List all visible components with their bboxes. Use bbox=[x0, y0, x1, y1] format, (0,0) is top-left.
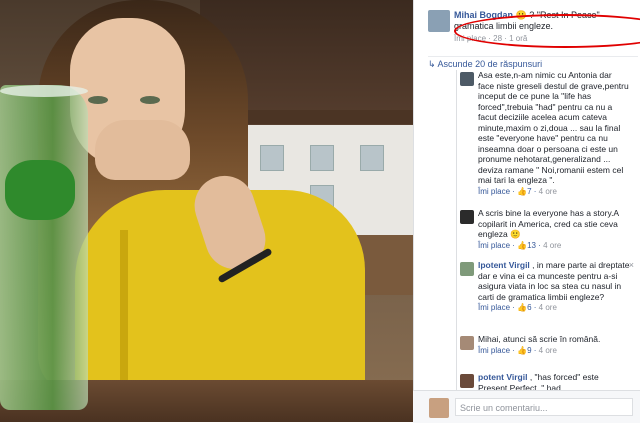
post-photo[interactable] bbox=[0, 0, 413, 422]
comment-meta: Îmi place · 👍6 · 4 ore bbox=[478, 303, 557, 312]
comment-time[interactable]: 4 ore bbox=[543, 241, 561, 250]
comment-time[interactable]: 4 ore bbox=[539, 303, 557, 312]
commenter-avatar[interactable] bbox=[460, 336, 474, 350]
comment-composer: Scrie un comentariu... bbox=[413, 390, 640, 423]
commenter-avatar[interactable] bbox=[460, 262, 474, 276]
comment-text: Asa este,n-am nimic cu Antonia dar face … bbox=[478, 70, 629, 185]
comments-panel: Mihai Bogdan 🙂 ? "Rest In Peace" gramati… bbox=[413, 0, 640, 422]
photo-hand bbox=[95, 120, 190, 180]
comment-text: Mihai, atunci să scrie în română. bbox=[478, 334, 601, 344]
like-count[interactable]: 13 bbox=[527, 241, 536, 250]
thread-line bbox=[456, 70, 457, 410]
commenter-name[interactable]: potent Virgil bbox=[478, 372, 527, 382]
comment-meta: Îmi place · 👍13 · 4 ore bbox=[478, 240, 562, 250]
comment-input[interactable]: Scrie un comentariu... bbox=[455, 398, 633, 416]
post-header: Mihai Bogdan 🙂 ? "Rest In Peace" gramati… bbox=[428, 10, 640, 50]
commenter-avatar[interactable] bbox=[460, 210, 474, 224]
like-count[interactable]: 6 bbox=[527, 303, 531, 312]
like-thumb-icon: 👍 bbox=[517, 240, 528, 250]
like-count[interactable]: 7 bbox=[527, 187, 531, 196]
commenter-name[interactable]: lpotent Virgil bbox=[478, 260, 530, 270]
comment-meta: Îmi place · 👍9 · 4 ore bbox=[478, 345, 557, 355]
like-thumb-icon: 👍 bbox=[517, 186, 528, 196]
photo-mint bbox=[5, 160, 75, 220]
reply-arrow-icon: ↳ bbox=[428, 59, 438, 69]
commenter-avatar[interactable] bbox=[460, 72, 474, 86]
commenter-avatar[interactable] bbox=[460, 374, 474, 388]
comment-time[interactable]: 4 ore bbox=[539, 187, 557, 196]
photo-glass-rim bbox=[0, 85, 88, 97]
comment-meta: Îmi place · 👍7 · 4 ore bbox=[478, 186, 557, 196]
like-link[interactable]: Îmi place bbox=[478, 346, 510, 355]
photo-dress-tie bbox=[120, 230, 128, 380]
close-icon[interactable]: × bbox=[629, 260, 634, 270]
comment-time[interactable]: 4 ore bbox=[539, 346, 557, 355]
like-count[interactable]: 9 bbox=[527, 346, 531, 355]
comment-text: A scris bine la everyone has a story.A c… bbox=[478, 208, 619, 239]
author-avatar[interactable] bbox=[428, 10, 450, 32]
current-user-avatar bbox=[429, 398, 449, 418]
like-link[interactable]: Îmi place bbox=[478, 303, 510, 312]
photo-glass bbox=[0, 85, 88, 410]
hide-replies-label: Ascunde 20 de răspunsuri bbox=[437, 59, 543, 69]
like-thumb-icon: 👍 bbox=[517, 303, 528, 312]
like-thumb-icon: 👍 bbox=[517, 345, 528, 355]
like-link[interactable]: Îmi place bbox=[478, 187, 510, 196]
like-link[interactable]: Îmi place bbox=[478, 241, 510, 250]
